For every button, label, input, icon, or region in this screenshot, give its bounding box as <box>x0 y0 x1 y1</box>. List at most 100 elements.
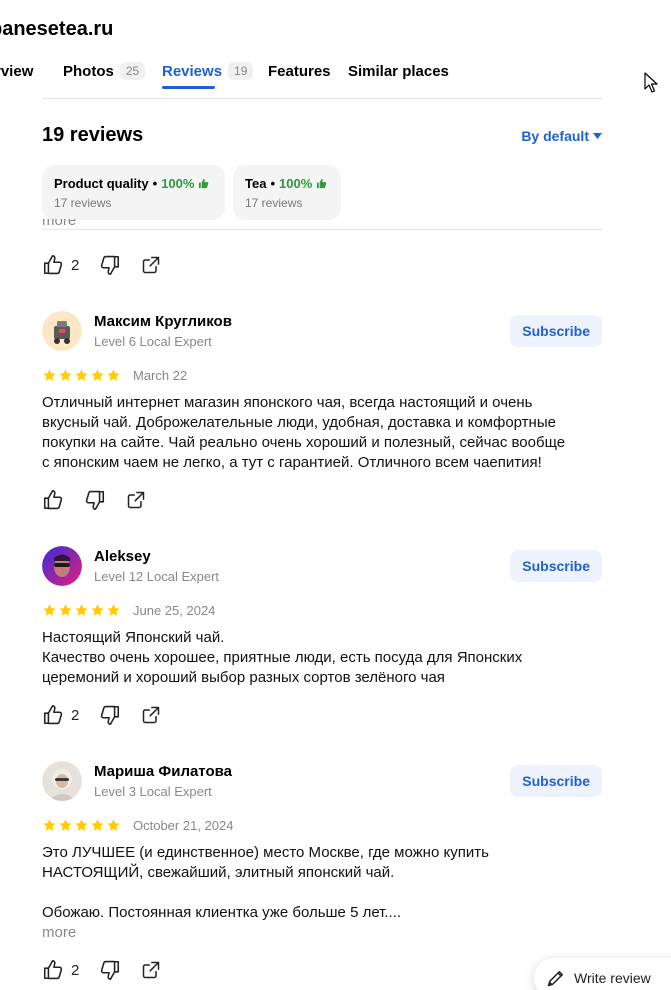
tabs-bar: rview Photos 25 Reviews 19 Features Simi… <box>0 60 602 90</box>
review-actions: 2 <box>42 703 181 727</box>
caret-down-icon <box>593 133 602 139</box>
mouse-cursor-icon <box>644 72 658 93</box>
dislike-button[interactable] <box>99 254 121 276</box>
star-rating <box>42 818 121 833</box>
review-card: Мариша Филатова Level 3 Local Expert Sub… <box>42 761 602 951</box>
review-text-body: Это ЛУЧШЕЕ (и единственное) место Москве… <box>42 844 489 921</box>
star-icon <box>59 603 72 616</box>
like-count: 2 <box>71 256 80 274</box>
tab-label: Similar places <box>348 62 449 80</box>
pencil-icon <box>547 971 563 987</box>
review-actions: 2 <box>42 958 181 982</box>
sticky-header-divider <box>42 229 602 230</box>
tab-label: Features <box>268 62 331 80</box>
more-link[interactable]: more <box>42 219 76 229</box>
aspect-name: Tea <box>245 176 267 191</box>
star-icon <box>107 603 120 616</box>
rating-row: October 21, 2024 <box>42 817 233 833</box>
thumbs-up-icon <box>43 255 63 275</box>
share-button[interactable] <box>126 490 146 510</box>
sort-dropdown[interactable]: By default <box>521 128 602 144</box>
aspect-chip-tea[interactable]: Tea • 100% 17 reviews <box>233 165 341 220</box>
tab-overview[interactable]: rview <box>0 60 33 82</box>
author-level: Level 6 Local Expert <box>94 334 212 349</box>
tab-label: rview <box>0 62 34 80</box>
subscribe-button[interactable]: Subscribe <box>510 765 602 797</box>
subscribe-button[interactable]: Subscribe <box>510 315 602 347</box>
like-count: 2 <box>71 961 80 979</box>
like-button[interactable]: 2 <box>42 959 79 981</box>
share-button[interactable] <box>141 255 161 275</box>
like-button[interactable]: 2 <box>42 704 79 726</box>
like-button[interactable] <box>42 489 64 511</box>
tab-count: 25 <box>119 62 146 80</box>
tab-reviews[interactable]: Reviews 19 <box>162 60 254 82</box>
aspect-chip-product-quality[interactable]: Product quality • 100% 17 reviews <box>42 165 225 220</box>
dislike-button[interactable] <box>99 704 121 726</box>
thumbs-up-icon <box>199 178 209 189</box>
author-name[interactable]: Мариша Филатова <box>94 763 232 780</box>
review-date: June 25, 2024 <box>133 602 216 618</box>
share-button[interactable] <box>141 705 161 725</box>
active-tab-indicator <box>162 86 215 89</box>
thumbs-up-icon <box>317 178 327 189</box>
thumbs-down-icon <box>101 255 120 275</box>
aspect-percent: 100% <box>279 176 313 191</box>
star-icon <box>91 603 104 616</box>
author-name[interactable]: Aleksey <box>94 548 151 565</box>
avatar[interactable] <box>42 546 82 586</box>
tab-count: 19 <box>228 62 254 80</box>
star-icon <box>59 818 72 831</box>
tab-features[interactable]: Features <box>268 60 331 82</box>
tab-photos[interactable]: Photos 25 <box>63 60 146 82</box>
subscribe-button[interactable]: Subscribe <box>510 550 602 582</box>
star-icon <box>75 368 88 381</box>
thumbs-down-icon <box>101 705 120 725</box>
star-icon <box>91 368 104 381</box>
tab-label: Photos <box>63 62 114 80</box>
more-link[interactable]: more <box>42 924 76 941</box>
avatar[interactable] <box>42 311 82 351</box>
aspect-name: Product quality <box>54 176 149 191</box>
aspect-percent: 100% <box>161 176 195 191</box>
review-actions <box>42 488 166 512</box>
bullet-separator: • <box>152 176 158 191</box>
write-review-label: Write review <box>574 970 651 986</box>
star-icon <box>59 368 72 381</box>
avatar[interactable] <box>42 761 82 801</box>
sort-label: By default <box>521 128 589 144</box>
share-icon <box>143 256 160 274</box>
tab-label: Reviews <box>162 62 223 80</box>
divider <box>42 98 602 99</box>
share-icon <box>127 491 145 509</box>
star-icon <box>91 818 104 831</box>
tab-similar-places[interactable]: Similar places <box>348 60 449 82</box>
review-date: October 21, 2024 <box>133 817 234 833</box>
star-rating <box>42 368 121 383</box>
aspect-count: 17 reviews <box>245 196 303 210</box>
aspect-count: 17 reviews <box>54 196 112 210</box>
thumbs-up-icon <box>43 960 63 980</box>
author-name[interactable]: Максим Кругликов <box>94 313 232 330</box>
like-count: 2 <box>71 706 80 724</box>
review-text: Это ЛУЧШЕЕ (и единственное) место Москве… <box>42 843 602 943</box>
star-rating <box>42 603 121 618</box>
dislike-button[interactable] <box>84 489 106 511</box>
like-button[interactable]: 2 <box>42 254 79 276</box>
review-text: Отличный интернет магазин японского чая,… <box>42 394 566 471</box>
star-icon <box>107 368 120 381</box>
rating-row: March 22 <box>42 367 187 383</box>
author-level: Level 3 Local Expert <box>94 784 212 799</box>
star-icon <box>107 818 120 831</box>
write-review-button[interactable]: Write review <box>534 958 671 990</box>
author-level: Level 12 Local Expert <box>94 569 220 584</box>
share-icon <box>143 706 160 724</box>
thumbs-up-icon <box>43 490 63 510</box>
share-icon <box>143 961 160 979</box>
share-button[interactable] <box>141 960 161 980</box>
star-icon <box>43 368 56 381</box>
rating-row: June 25, 2024 <box>42 602 215 618</box>
review-text: Настоящий Японский чай. Качество очень х… <box>42 629 523 686</box>
dislike-button[interactable] <box>99 959 121 981</box>
thumbs-up-icon <box>43 705 63 725</box>
